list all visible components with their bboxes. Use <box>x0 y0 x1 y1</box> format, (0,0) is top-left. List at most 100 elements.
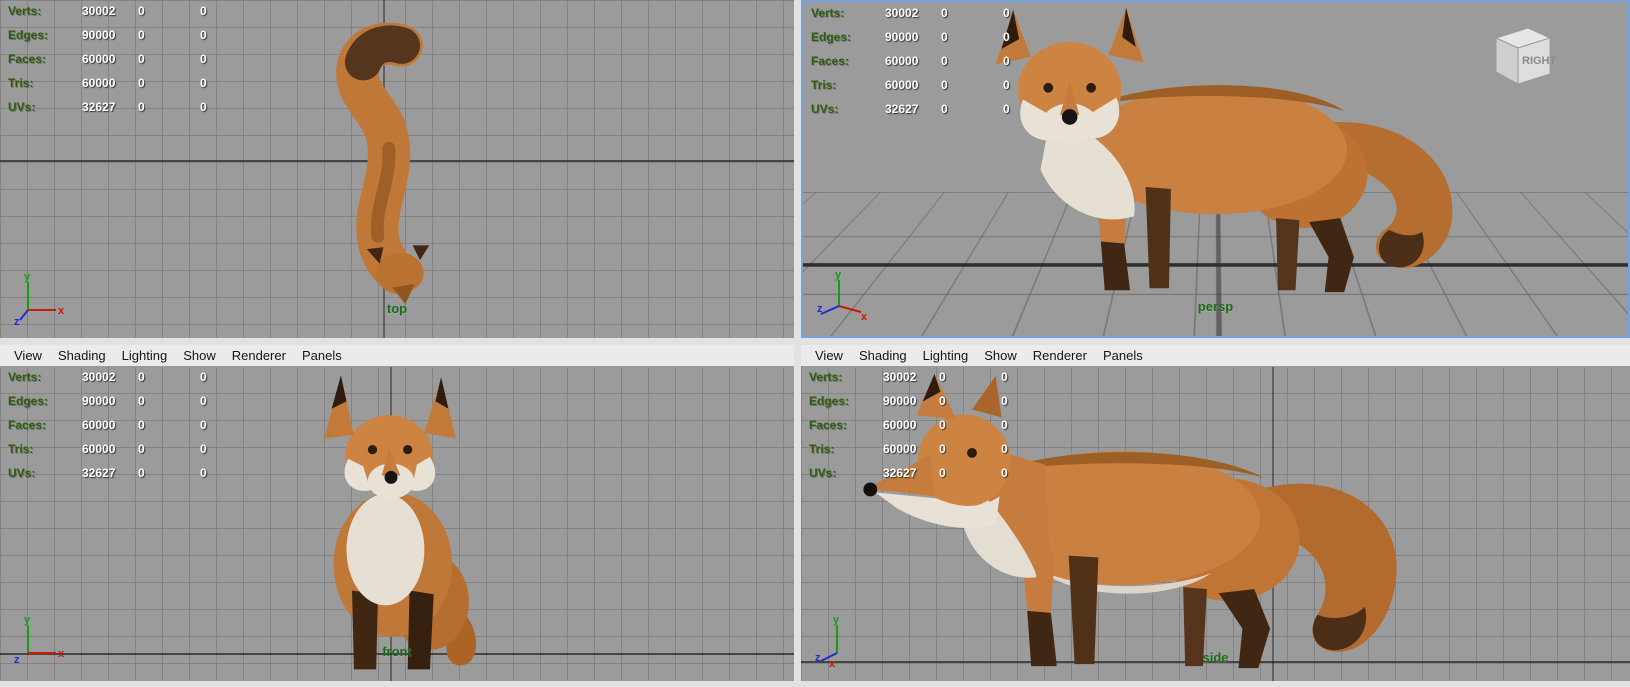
poly-count-label: Edges: <box>8 28 82 42</box>
viewport-persp-canvas[interactable]: RIGHT persp y x z Verts: 30002 0 0 Edges… <box>803 2 1628 336</box>
poly-count-total: 60000 <box>885 78 941 92</box>
poly-count-selected: 0 <box>138 76 200 90</box>
viewport-menubar: View Shading Lighting Show Renderer Pane… <box>0 345 794 367</box>
poly-count-total: 60000 <box>82 418 138 432</box>
menu-item[interactable]: Show <box>976 348 1025 363</box>
poly-count-row: UVs: 32627 0 0 <box>809 466 1041 490</box>
pane-divider-horizontal[interactable] <box>0 338 1630 345</box>
poly-count-selected: 0 <box>941 30 1003 44</box>
view-cube[interactable]: RIGHT <box>1478 24 1558 96</box>
poly-count-total: 32627 <box>82 466 138 480</box>
poly-count-label: Edges: <box>8 394 82 408</box>
poly-count-component: 0 <box>200 370 240 384</box>
poly-count-selected: 0 <box>941 54 1003 68</box>
poly-count-row: Tris: 60000 0 0 <box>809 442 1041 466</box>
poly-count-row: Verts: 30002 0 0 <box>8 370 240 394</box>
axis-gizmo: y x z <box>817 268 869 324</box>
menu-item[interactable]: Lighting <box>114 348 176 363</box>
poly-count-total: 60000 <box>883 418 939 432</box>
menu-item[interactable]: Show <box>175 348 224 363</box>
poly-count-total: 90000 <box>82 28 138 42</box>
poly-count-total: 30002 <box>82 4 138 18</box>
menu-item[interactable]: Shading <box>851 348 915 363</box>
poly-count-selected: 0 <box>939 394 1001 408</box>
poly-count-selected: 0 <box>138 4 200 18</box>
poly-count-selected: 0 <box>939 370 1001 384</box>
axis-gizmo: y x z <box>815 613 867 669</box>
poly-count-component: 0 <box>1001 370 1041 384</box>
poly-count-component: 0 <box>1001 394 1041 408</box>
poly-count-component: 0 <box>1001 466 1041 480</box>
poly-count-hud: Verts: 30002 0 0 Edges: 90000 0 0 Faces:… <box>811 6 1043 126</box>
poly-count-row: Edges: 90000 0 0 <box>811 30 1043 54</box>
poly-count-selected: 0 <box>941 6 1003 20</box>
poly-count-label: Tris: <box>8 76 82 90</box>
viewport-front[interactable]: View Shading Lighting Show Renderer Pane… <box>0 345 794 681</box>
poly-count-label: Faces: <box>8 418 82 432</box>
axis-z-label: z <box>815 652 821 664</box>
poly-count-component: 0 <box>200 52 240 66</box>
axis-x-label: x <box>829 658 836 669</box>
poly-count-component: 0 <box>1001 442 1041 456</box>
viewport-side-canvas[interactable]: side y x z Verts: 30002 0 0 Edges: 90000 <box>801 366 1630 681</box>
menu-item[interactable]: Shading <box>50 348 114 363</box>
fox-model-front-view[interactable] <box>298 368 484 674</box>
poly-count-selected: 0 <box>138 100 200 114</box>
axis-z-label: z <box>14 654 20 666</box>
fox-model-top-view[interactable] <box>310 14 475 310</box>
poly-count-label: Tris: <box>809 442 883 456</box>
poly-count-component: 0 <box>1001 418 1041 432</box>
poly-count-label: Edges: <box>809 394 883 408</box>
view-cube-right-face-label: RIGHT <box>1522 55 1557 67</box>
axis-x-label: x <box>58 648 65 660</box>
viewport-top-canvas[interactable]: top y x z Verts: 30002 0 0 Edges: 90000 … <box>0 0 794 338</box>
poly-count-row: Faces: 60000 0 0 <box>8 52 240 76</box>
poly-count-label: Edges: <box>811 30 885 44</box>
poly-count-label: UVs: <box>809 466 883 480</box>
viewport-side[interactable]: View Shading Lighting Show Renderer Pane… <box>801 345 1630 681</box>
axis-z-label: z <box>817 303 823 315</box>
viewport-persp[interactable]: RIGHT persp y x z Verts: 30002 0 0 Edges… <box>801 0 1630 338</box>
menu-item[interactable]: Renderer <box>1025 348 1095 363</box>
menu-item[interactable]: Lighting <box>915 348 977 363</box>
poly-count-hud: Verts: 30002 0 0 Edges: 90000 0 0 Faces:… <box>809 370 1041 490</box>
poly-count-row: Tris: 60000 0 0 <box>8 442 240 466</box>
menu-item[interactable]: Panels <box>294 348 350 363</box>
poly-count-row: Faces: 60000 0 0 <box>809 418 1041 442</box>
axis-y-label: y <box>833 614 840 626</box>
poly-count-component: 0 <box>200 100 240 114</box>
menu-item[interactable]: View <box>807 348 851 363</box>
axis-y-label: y <box>835 269 842 281</box>
poly-count-label: Faces: <box>811 54 885 68</box>
poly-count-component: 0 <box>200 418 240 432</box>
poly-count-row: Verts: 30002 0 0 <box>811 6 1043 30</box>
viewport-label: front <box>382 644 412 659</box>
poly-count-component: 0 <box>200 28 240 42</box>
axis-gizmo: y x z <box>14 270 66 326</box>
poly-count-row: Verts: 30002 0 0 <box>809 370 1041 394</box>
poly-count-selected: 0 <box>939 466 1001 480</box>
poly-count-total: 60000 <box>82 52 138 66</box>
viewport-top[interactable]: top y x z Verts: 30002 0 0 Edges: 90000 … <box>0 0 794 339</box>
viewport-front-canvas[interactable]: front y x z Verts: 30002 0 0 Edges: 9000… <box>0 366 794 681</box>
poly-count-row: Verts: 30002 0 0 <box>8 4 240 28</box>
menu-item[interactable]: Panels <box>1095 348 1151 363</box>
poly-count-row: Faces: 60000 0 0 <box>811 54 1043 78</box>
poly-count-row: UVs: 32627 0 0 <box>8 100 240 124</box>
menu-item[interactable]: Renderer <box>224 348 294 363</box>
poly-count-component: 0 <box>200 76 240 90</box>
menu-item[interactable]: View <box>6 348 50 363</box>
poly-count-selected: 0 <box>939 442 1001 456</box>
poly-count-row: Faces: 60000 0 0 <box>8 418 240 442</box>
poly-count-row: Edges: 90000 0 0 <box>8 28 240 52</box>
poly-count-label: Tris: <box>8 442 82 456</box>
poly-count-total: 32627 <box>82 100 138 114</box>
poly-count-label: Verts: <box>8 370 82 384</box>
poly-count-total: 90000 <box>885 30 941 44</box>
poly-count-total: 32627 <box>885 102 941 116</box>
poly-count-total: 30002 <box>82 370 138 384</box>
poly-count-total: 30002 <box>883 370 939 384</box>
poly-count-row: UVs: 32627 0 0 <box>811 102 1043 126</box>
poly-count-row: Edges: 90000 0 0 <box>809 394 1041 418</box>
poly-count-component: 0 <box>200 466 240 480</box>
